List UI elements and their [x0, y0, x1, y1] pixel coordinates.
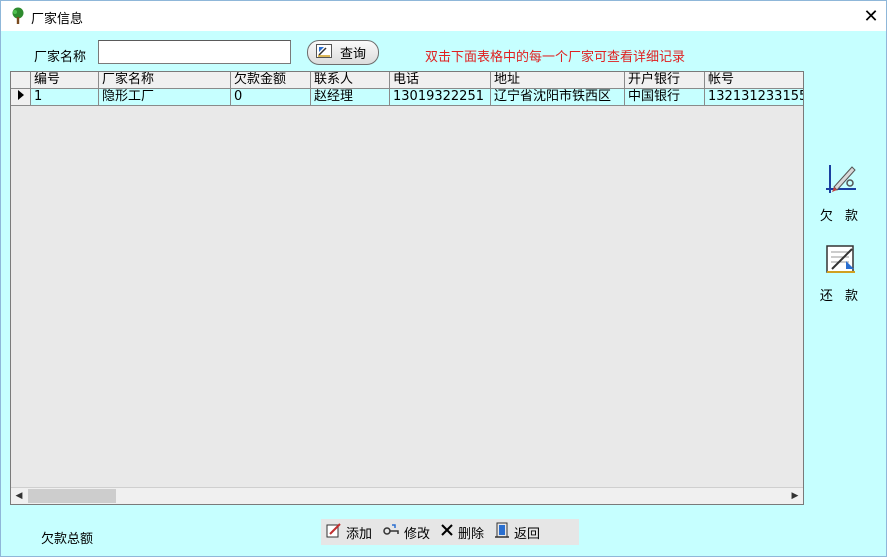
- close-button[interactable]: ✕: [856, 1, 886, 31]
- query-label: 查询: [340, 47, 367, 62]
- edit-label: 修改: [404, 526, 431, 542]
- cell-id[interactable]: 1: [31, 89, 99, 106]
- add-label: 添加: [346, 526, 373, 542]
- scroll-thumb[interactable]: [28, 489, 116, 503]
- repay-icon: [824, 243, 858, 279]
- close-icon: ✕: [863, 5, 879, 27]
- cell-account[interactable]: 132131233155: [705, 89, 803, 106]
- current-row-arrow-icon: [17, 89, 25, 105]
- add-icon: [326, 522, 346, 542]
- col-header-phone[interactable]: 电话: [390, 72, 491, 89]
- debt-icon: [824, 163, 858, 199]
- client-area: 厂家名称 查询 双击下面表格中的每一个厂家可查看详细记录 编号 厂家名称 欠款金…: [1, 31, 886, 556]
- scroll-left-arrow-icon[interactable]: ◀: [11, 488, 27, 504]
- horizontal-scrollbar[interactable]: ◀ ▶: [11, 487, 803, 504]
- col-header-debt-amount[interactable]: 欠款金额: [231, 72, 311, 89]
- col-header-address[interactable]: 地址: [491, 72, 625, 89]
- factory-table[interactable]: 编号 厂家名称 欠款金额 联系人 电话 地址 开户银行 帐号 1 隐形工厂 0 …: [10, 71, 804, 505]
- query-icon: [316, 43, 332, 62]
- cell-contact[interactable]: 赵经理: [311, 89, 390, 106]
- cell-bank[interactable]: 中国银行: [625, 89, 705, 106]
- repay-label: 还 款: [819, 289, 863, 304]
- window-title: 厂家信息: [31, 12, 84, 27]
- col-header-bank[interactable]: 开户银行: [625, 72, 705, 89]
- delete-label: 删除: [458, 526, 485, 542]
- cell-address[interactable]: 辽宁省沈阳市铁西区: [491, 89, 625, 106]
- total-debt-label: 欠款总额: [41, 532, 94, 547]
- row-selector[interactable]: [11, 89, 31, 106]
- col-header-id[interactable]: 编号: [31, 72, 99, 89]
- factory-name-input[interactable]: [98, 40, 291, 64]
- col-header-account[interactable]: 帐号: [705, 72, 803, 89]
- action-toolbar: 添加 修改 删除 返回: [321, 519, 579, 545]
- cell-debt-amount[interactable]: 0: [231, 89, 311, 106]
- back-label: 返回: [514, 526, 541, 542]
- back-icon: [494, 522, 514, 542]
- delete-button[interactable]: 删除: [435, 520, 489, 544]
- title-bar: 厂家信息 ✕: [1, 1, 886, 31]
- add-button[interactable]: 添加: [321, 520, 377, 544]
- query-button[interactable]: 查询: [307, 40, 379, 65]
- header-selector: [11, 72, 31, 89]
- table-body: 编号 厂家名称 欠款金额 联系人 电话 地址 开户银行 帐号 1 隐形工厂 0 …: [11, 72, 803, 487]
- col-header-contact[interactable]: 联系人: [311, 72, 390, 89]
- back-button[interactable]: 返回: [489, 520, 545, 544]
- cell-phone[interactable]: 13019322251: [390, 89, 491, 106]
- debt-label: 欠 款: [819, 209, 863, 224]
- edit-icon: [382, 522, 404, 542]
- cell-factory-name[interactable]: 隐形工厂: [99, 89, 231, 106]
- repay-button[interactable]: 还 款: [819, 243, 863, 304]
- factory-info-window: 厂家信息 ✕ 厂家名称 查询 双击下面表格中的每一个厂家可查看详细记录 编号 厂…: [0, 0, 887, 557]
- edit-button[interactable]: 修改: [377, 520, 435, 544]
- tree-icon: [9, 7, 27, 25]
- hint-text: 双击下面表格中的每一个厂家可查看详细记录: [425, 50, 686, 65]
- delete-x-icon: [440, 523, 458, 541]
- debt-button[interactable]: 欠 款: [819, 163, 863, 224]
- factory-name-label: 厂家名称: [34, 50, 87, 65]
- scroll-right-arrow-icon[interactable]: ▶: [787, 488, 803, 504]
- table-row[interactable]: 1 隐形工厂 0 赵经理 13019322251 辽宁省沈阳市铁西区 中国银行 …: [11, 89, 803, 106]
- col-header-factory-name[interactable]: 厂家名称: [99, 72, 231, 89]
- table-header-row: 编号 厂家名称 欠款金额 联系人 电话 地址 开户银行 帐号: [11, 72, 803, 89]
